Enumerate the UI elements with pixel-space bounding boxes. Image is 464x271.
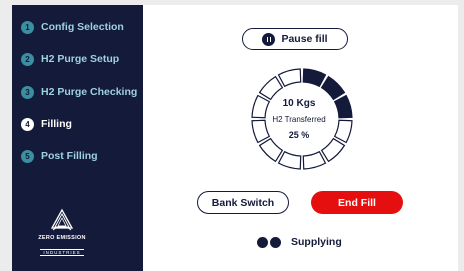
transferred-amount: 10 Kgs [282,98,316,109]
app-frame: 1 Config Selection 2 H2 Purge Setup 3 H2… [12,5,458,271]
logo-mark-icon [50,208,74,231]
sidebar-step-h2-purge-setup[interactable]: 2 H2 Purge Setup [21,51,119,67]
pause-icon [262,32,276,46]
transferred-percent: 25 % [288,130,310,140]
logo-name: ZERO EMISSION [38,235,86,241]
step-number-badge: 1 [21,20,34,34]
gauge-segment-empty [277,150,302,170]
step-label: Post Filling [41,150,98,162]
gauge-segment-empty [302,150,327,170]
gauge-segment-filled [302,68,327,88]
sidebar: 1 Config Selection 2 H2 Purge Setup 3 H2… [12,5,143,271]
gauge-readout: 10 Kgs H2 Transferred 25 % [258,91,340,140]
step-label: H2 Purge Setup [41,53,120,65]
step-number-badge: 5 [21,149,34,163]
supplying-status: Supplying [257,235,342,249]
end-fill-button[interactable]: End Fill [311,191,403,214]
bank-switch-button[interactable]: Bank Switch [197,191,289,214]
step-label: Filling [41,118,72,130]
gauge-segment-empty [320,137,346,163]
gauge-segment-empty [277,68,302,88]
status-label: Supplying [291,236,342,248]
status-dot-icon [257,236,268,248]
pause-fill-button[interactable]: Pause fill [242,28,348,50]
transferred-caption: H2 Transferred [272,115,326,124]
sidebar-step-filling[interactable]: 4 Filling [21,116,72,132]
step-number-badge: 4 [21,117,34,131]
sidebar-step-config-selection[interactable]: 1 Config Selection [21,19,124,35]
step-label: H2 Purge Checking [41,86,138,98]
logo-subtitle: INDUSTRIES [40,249,84,256]
status-dot-icon [270,236,281,248]
pause-fill-label: Pause fill [281,33,328,45]
sidebar-step-post-filling[interactable]: 5 Post Filling [21,148,98,164]
step-number-badge: 2 [21,52,34,66]
step-label: Config Selection [41,21,124,33]
step-number-badge: 3 [21,85,34,99]
gauge-segment-empty [258,137,284,163]
company-logo: ZERO EMISSION INDUSTRIES [21,208,103,258]
sidebar-step-h2-purge-checking[interactable]: 3 H2 Purge Checking [21,84,137,100]
